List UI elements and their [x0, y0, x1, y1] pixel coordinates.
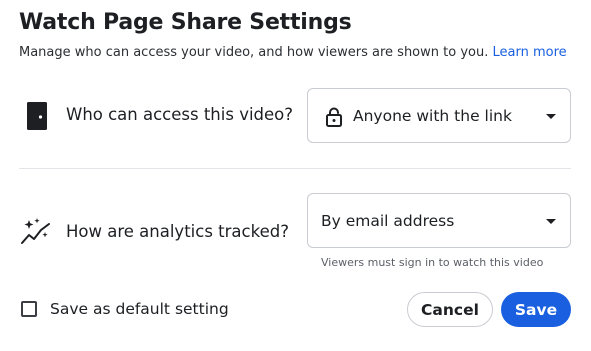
chevron-down-icon — [546, 113, 556, 119]
chevron-down-icon — [546, 218, 556, 224]
default-setting-checkbox[interactable] — [21, 301, 37, 317]
analytics-value: By email address — [321, 211, 455, 230]
analytics-label: How are analytics tracked? — [66, 222, 289, 241]
default-setting-label[interactable]: Save as default setting — [50, 300, 229, 318]
analytics-hint: Viewers must sign in to watch this video — [321, 256, 544, 269]
subtitle-text: Manage who can access your video, and ho… — [19, 45, 489, 60]
access-dropdown[interactable]: Anyone with the link — [307, 88, 571, 143]
lock-icon — [326, 107, 342, 127]
access-value: Anyone with the link — [353, 106, 512, 125]
dialog-subtitle: Manage who can access your video, and ho… — [19, 45, 567, 60]
sparkle-chart-icon — [20, 218, 52, 246]
cancel-button[interactable]: Cancel — [407, 292, 493, 327]
analytics-dropdown[interactable]: By email address — [307, 193, 571, 248]
door-icon — [25, 102, 49, 130]
learn-more-link[interactable]: Learn more — [493, 45, 567, 60]
dialog-title: Watch Page Share Settings — [19, 10, 352, 35]
access-label: Who can access this video? — [66, 105, 294, 124]
section-divider — [19, 168, 571, 169]
save-button[interactable]: Save — [501, 292, 571, 327]
